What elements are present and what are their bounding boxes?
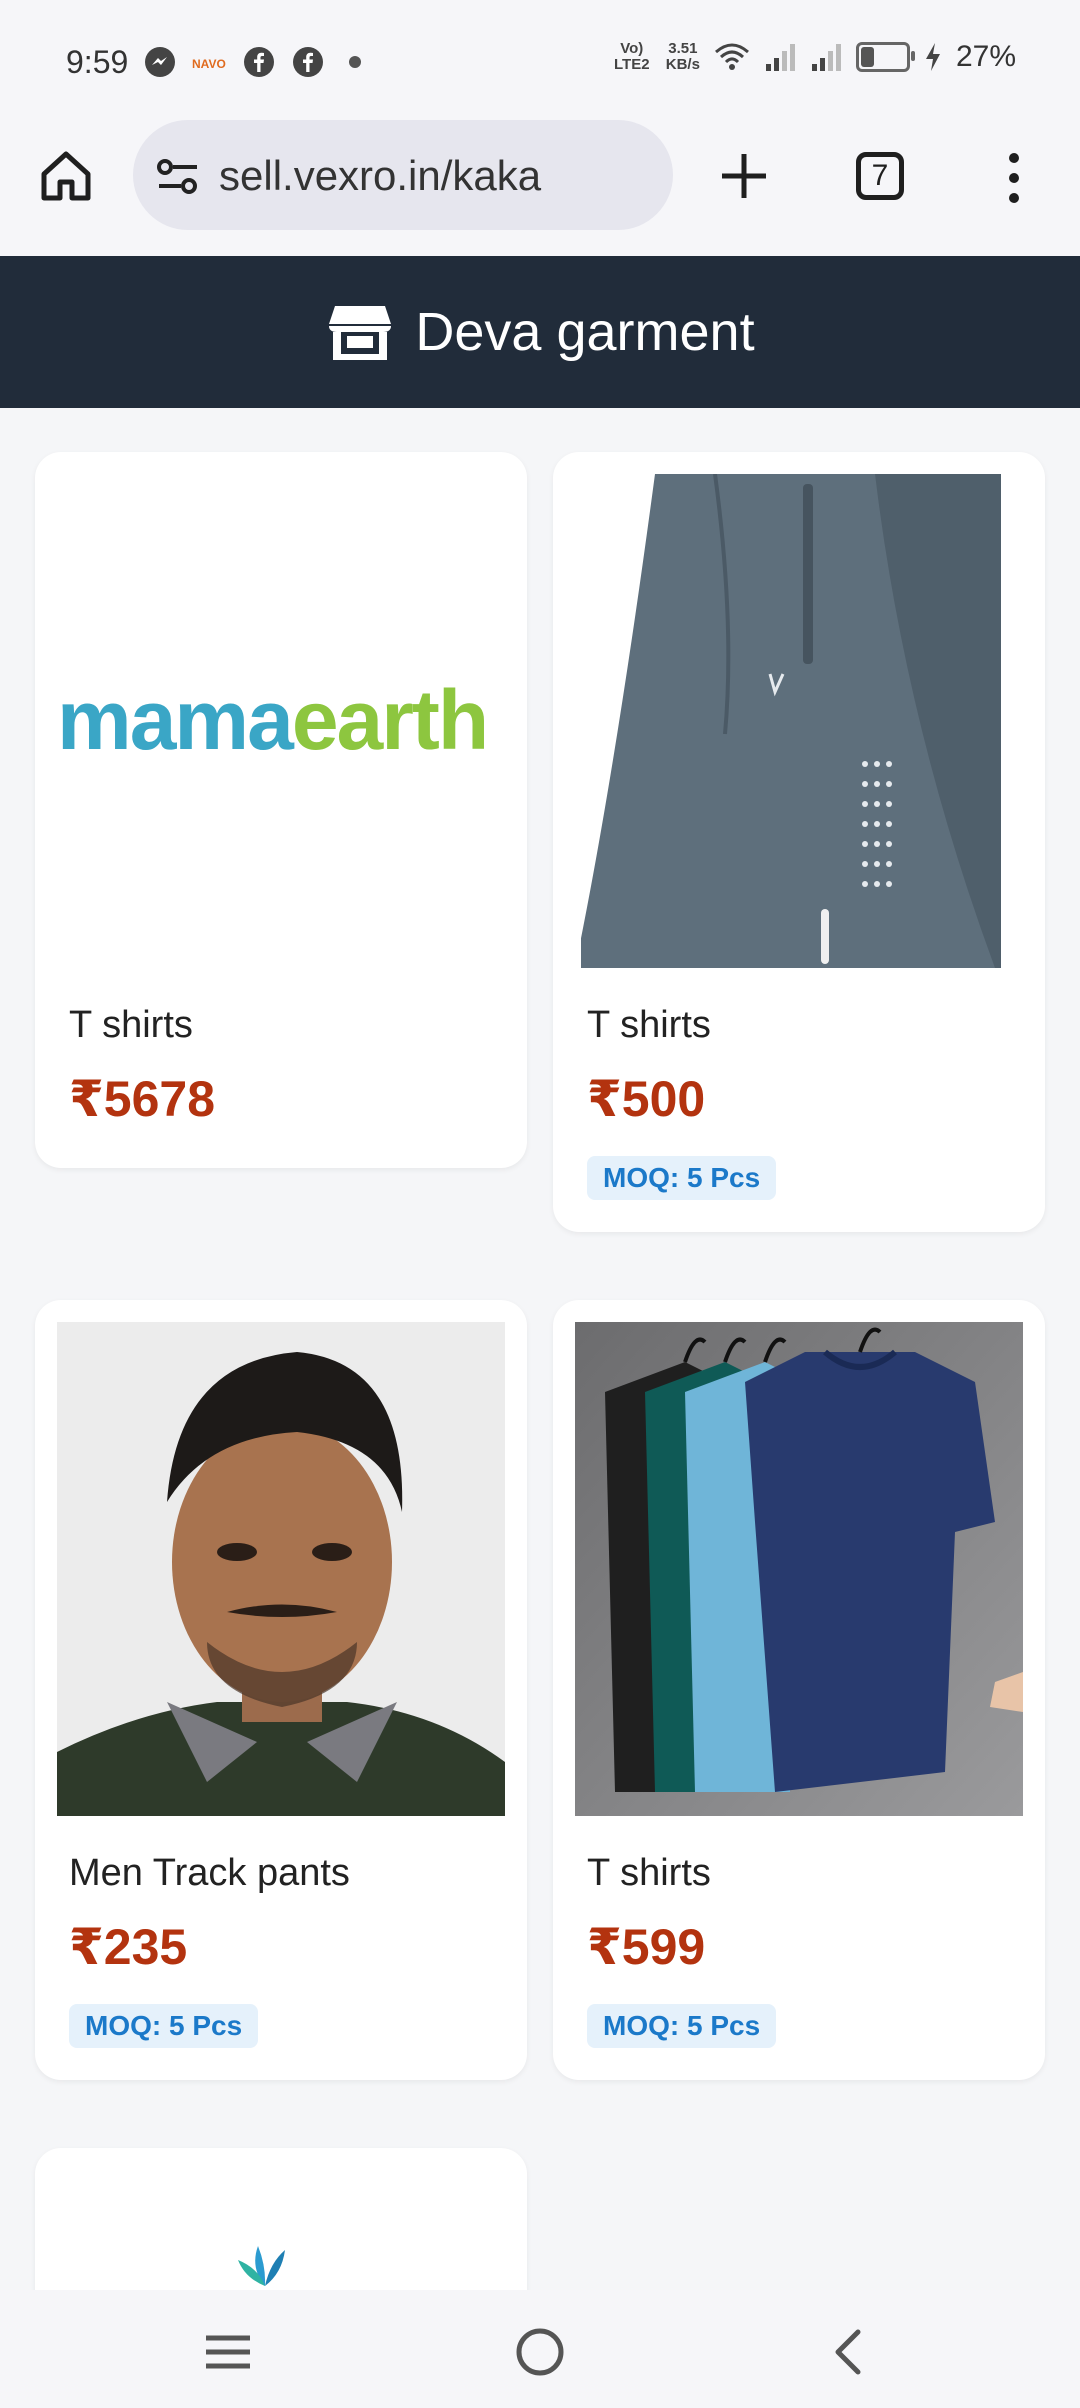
- battery-icon: [855, 42, 915, 72]
- battery-level: [860, 47, 874, 67]
- back-icon[interactable]: [820, 2322, 880, 2382]
- leaf-logo: [238, 2246, 285, 2286]
- network-type: Vo) LTE2: [613, 40, 650, 73]
- wifi-icon: [714, 43, 749, 70]
- product-card[interactable]: T shirts ₹599 MOQ: 5 Pcs: [553, 1300, 1045, 2080]
- moq-badge: MOQ: 5 Pcs: [587, 2004, 777, 2048]
- product-image[interactable]: [575, 474, 1023, 968]
- product-image[interactable]: [57, 1322, 505, 1816]
- track-pants-photo: [575, 474, 1023, 968]
- store-name: Deva garment: [415, 302, 755, 362]
- product-name: T shirts: [587, 1004, 711, 1046]
- moq-badge: MOQ: 5 Pcs: [69, 2004, 259, 2048]
- storefront-icon: [329, 306, 392, 360]
- product-image[interactable]: [575, 1322, 1023, 1816]
- store-header: Deva garment: [0, 256, 1080, 408]
- url-text[interactable]: sell.vexro.in/kaka: [219, 152, 541, 200]
- product-name: Men Track pants: [69, 1852, 350, 1894]
- recents-icon[interactable]: [198, 2322, 258, 2382]
- more-icon[interactable]: [996, 148, 1032, 208]
- mamaearth-logo: mamaearth: [57, 673, 489, 767]
- product-name: T shirts: [69, 1004, 193, 1046]
- system-nav-bar: [0, 2290, 1080, 2408]
- product-card[interactable]: Men Track pants ₹235 MOQ: 5 Pcs: [35, 1300, 527, 2080]
- messenger-icon: [145, 47, 175, 77]
- product-image[interactable]: mamaearth: [57, 474, 505, 968]
- signal-icon: [811, 44, 841, 71]
- facebook-icon: [244, 47, 274, 77]
- product-card[interactable]: mamaearth T shirts ₹5678: [35, 452, 527, 1168]
- status-time: 9:59: [66, 44, 129, 80]
- dot-icon: [349, 56, 361, 68]
- signal-icon: [765, 44, 795, 71]
- status-bar: 9:59 NAVO Vo) LTE2 3.51 KB/s 27%: [0, 0, 1080, 120]
- product-price: ₹5678: [69, 1071, 216, 1127]
- network-speed-unit: KB/s: [665, 56, 700, 73]
- status-right: Vo) LTE2 3.51 KB/s 27%: [612, 40, 1016, 74]
- new-tab-icon[interactable]: [716, 148, 772, 204]
- product-price: ₹599: [587, 1919, 706, 1975]
- navo-app-icon: NAVO: [192, 57, 226, 71]
- product-card[interactable]: T shirts ₹500 MOQ: 5 Pcs: [553, 452, 1045, 1232]
- man-portrait-photo: [57, 1322, 505, 1816]
- network-speed-value: 3.51: [668, 40, 698, 57]
- svg-text:mamaearth: mamaearth: [57, 673, 487, 767]
- tshirts-on-hangers-photo: [575, 1322, 1023, 1816]
- product-price: ₹235: [69, 1919, 188, 1975]
- browser-toolbar: sell.vexro.in/kaka 7: [0, 120, 1080, 256]
- tabs-icon[interactable]: 7: [856, 152, 904, 200]
- charging-icon: [925, 43, 940, 71]
- battery-percent: 27%: [955, 40, 1016, 73]
- moq-badge: MOQ: 5 Pcs: [587, 1156, 777, 1200]
- home-icon[interactable]: [36, 146, 96, 206]
- home-circle-icon[interactable]: [510, 2322, 570, 2382]
- product-price: ₹500: [587, 1071, 706, 1127]
- url-bar[interactable]: sell.vexro.in/kaka: [133, 120, 673, 230]
- svg-text:NAVO: NAVO: [192, 57, 226, 71]
- facebook-icon: [293, 47, 323, 77]
- site-settings-icon[interactable]: [155, 154, 201, 200]
- network-speed: 3.51 KB/s: [666, 41, 700, 73]
- product-name: T shirts: [587, 1852, 711, 1894]
